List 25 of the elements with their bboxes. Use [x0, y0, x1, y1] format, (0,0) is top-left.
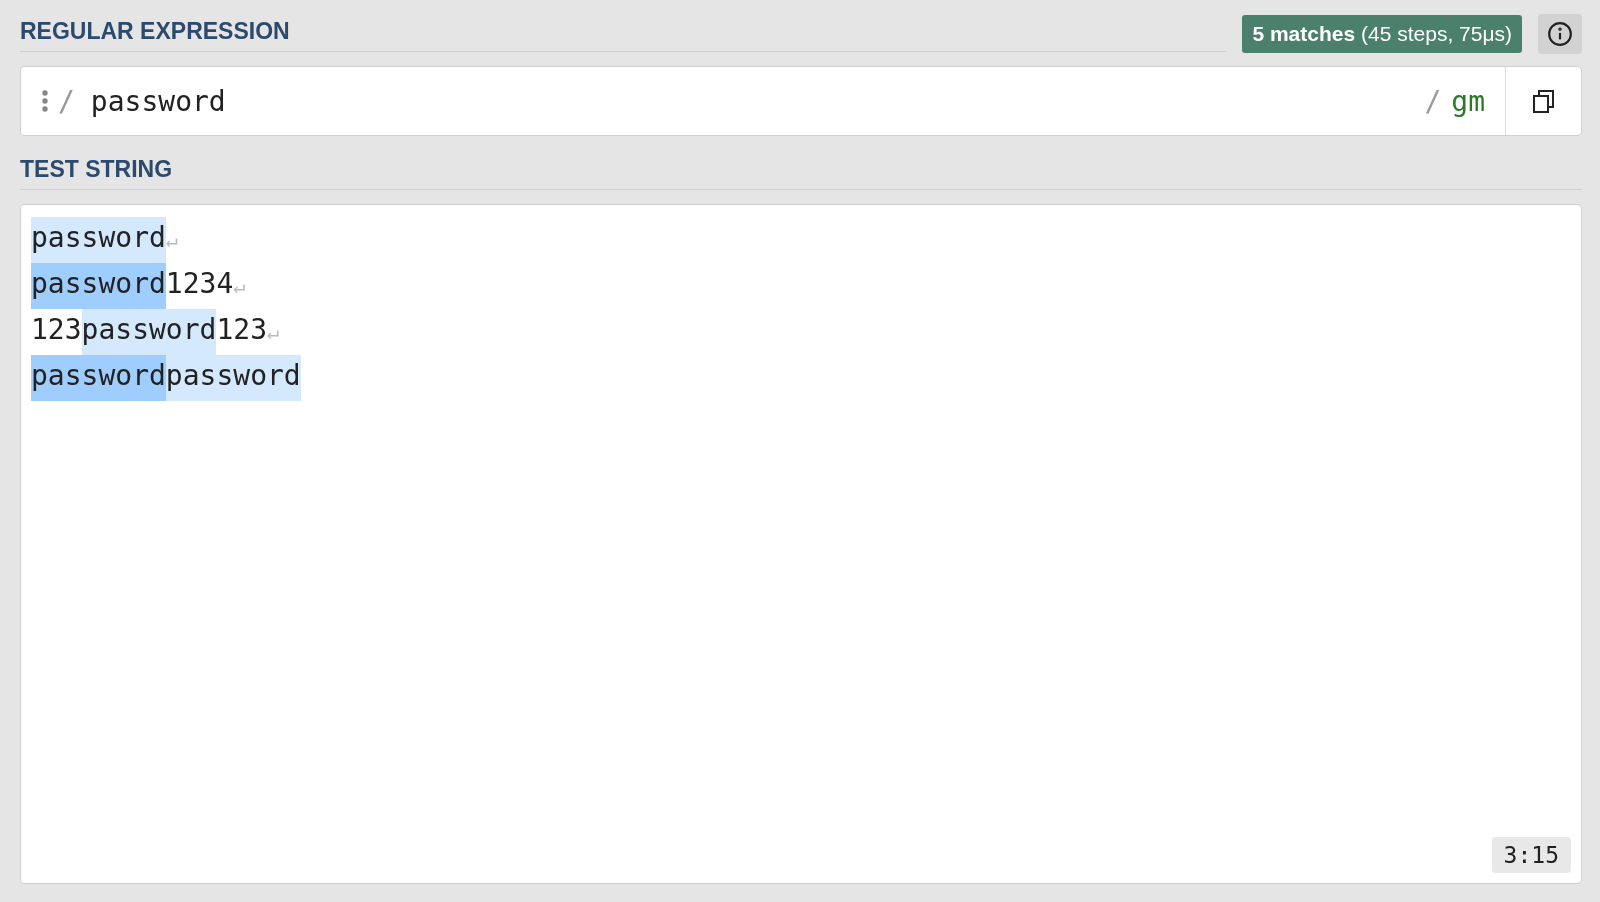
regex-flags[interactable]: gm: [1451, 84, 1485, 118]
info-button[interactable]: [1538, 14, 1582, 54]
match-highlight: password: [165, 355, 301, 401]
cursor-position: 3:15: [1491, 837, 1571, 873]
pattern-input[interactable]: password: [84, 84, 1415, 118]
match-highlight: password: [31, 217, 166, 263]
match-highlight: password: [31, 355, 166, 401]
newline-mark: ↵: [233, 273, 246, 300]
test-text: 1234: [165, 266, 234, 302]
newline-mark: ↵: [165, 228, 178, 252]
test-text: 123: [31, 312, 82, 348]
section-title: TEST STRING: [20, 154, 1582, 190]
test-text: 123: [216, 312, 267, 348]
match-highlight: password: [81, 309, 217, 355]
drag-handle-icon[interactable]: [42, 90, 48, 112]
delimiter: /: [58, 84, 75, 118]
info-icon: [1547, 21, 1573, 47]
delimiter: /: [1424, 84, 1442, 118]
regex-field[interactable]: / password / gm: [20, 66, 1582, 136]
test-string-editor[interactable]: password↵ password1234↵ 123password 123↵ passwordpassword 3:15: [20, 204, 1582, 884]
match-highlight: password: [31, 263, 166, 309]
copy-icon: [1531, 88, 1556, 114]
newline-mark: ↵: [267, 320, 280, 346]
section-title: REGULAR EXPRESSION: [20, 16, 1227, 52]
match-badge: 5 matches (45 steps, 75μs): [1242, 15, 1522, 53]
